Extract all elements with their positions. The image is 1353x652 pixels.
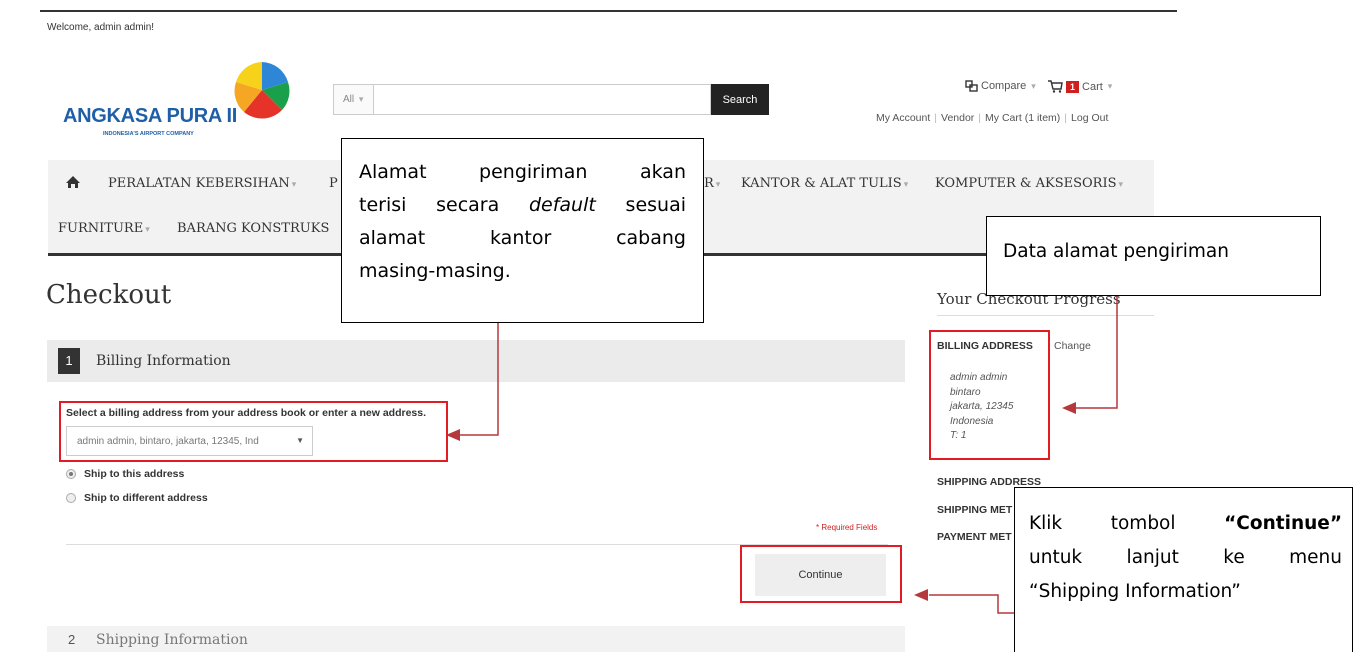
callout-line: Klik tombol “Continue” bbox=[1029, 507, 1342, 541]
callout-line: terisi secara default sesuai bbox=[359, 189, 686, 222]
callout-default-address: Alamat pengiriman akan terisi secara def… bbox=[341, 138, 704, 323]
callout-text: Klik tombol bbox=[1029, 513, 1176, 534]
callout-address-data: Data alamat pengiriman bbox=[986, 216, 1321, 296]
callout-line: “Shipping Information” bbox=[1029, 581, 1241, 602]
callout-italic: default bbox=[528, 194, 596, 216]
callout-line: masing-masing. bbox=[359, 260, 511, 282]
arrow-to-billing bbox=[1074, 296, 1118, 409]
callout-continue-instruction: Klik tombol “Continue” untuk lanjut ke m… bbox=[1014, 487, 1353, 652]
arrow-to-select bbox=[458, 323, 499, 436]
callout-line: alamat kantor cabang bbox=[359, 227, 686, 249]
arrowhead bbox=[446, 429, 460, 441]
arrow-to-continue bbox=[929, 594, 1014, 614]
arrowhead bbox=[914, 589, 928, 601]
callout-text: terisi secara bbox=[359, 194, 500, 216]
callout-line: Alamat pengiriman akan bbox=[359, 161, 686, 183]
callout-bold: “Continue” bbox=[1224, 513, 1342, 534]
arrowhead bbox=[1062, 402, 1076, 414]
callout-text: sesuai bbox=[625, 194, 686, 216]
callout-line: untuk lanjut ke menu bbox=[1029, 547, 1342, 568]
